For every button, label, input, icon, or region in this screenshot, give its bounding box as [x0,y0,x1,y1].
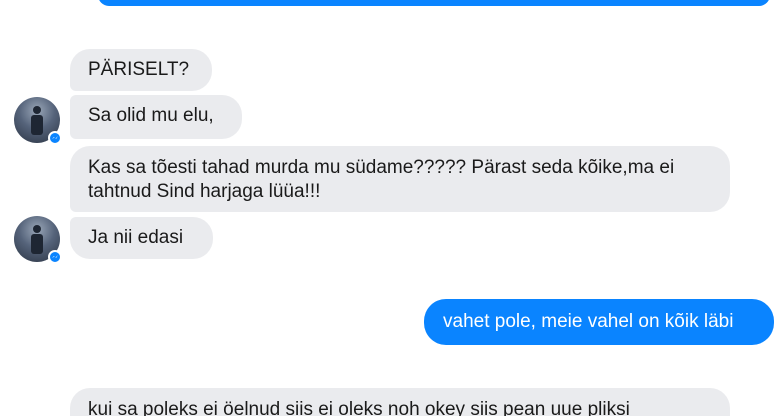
incoming-message-bubble[interactable]: Kas sa tõesti tahad murda mu südame?????… [70,146,730,212]
person-icon [31,225,43,254]
contact-avatar[interactable] [14,97,62,145]
contact-avatar[interactable] [14,216,62,264]
messenger-badge-icon [48,250,62,264]
incoming-message-bubble[interactable]: Ja nii edasi [70,217,213,259]
incoming-message-bubble[interactable]: kui sa poleks ei öelnud siis ei oleks no… [70,388,730,416]
message-thread: PÄRISELT? Sa olid mu elu, Kas sa tõesti … [0,0,780,416]
outgoing-message-bubble-partial[interactable] [98,0,770,6]
messenger-badge-icon [48,131,62,145]
outgoing-message-bubble[interactable]: vahet pole, meie vahel on kõik läbi [424,299,774,345]
incoming-message-bubble[interactable]: Sa olid mu elu, [70,95,242,139]
person-icon [31,106,43,135]
incoming-message-bubble[interactable]: PÄRISELT? [70,49,212,91]
